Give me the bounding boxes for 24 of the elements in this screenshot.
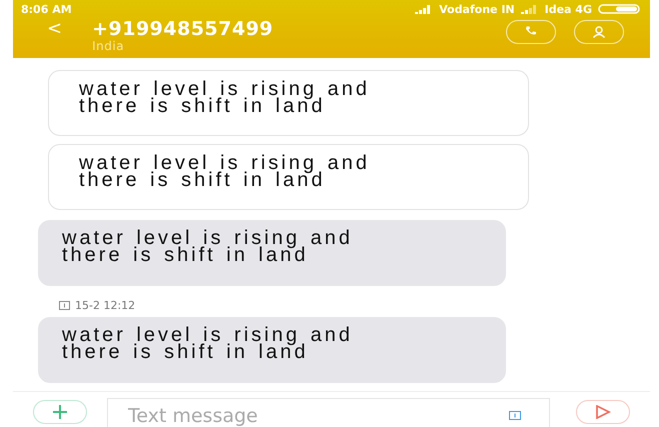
back-button[interactable]: < [21,18,92,39]
contact-button[interactable] [574,20,624,44]
person-icon [592,26,606,38]
add-button[interactable] [33,400,87,424]
call-button[interactable] [506,20,556,44]
carrier-name: Vodafone IN [439,2,515,16]
message-bubble: water level is rising and there is shift in land [48,144,529,210]
plus-icon [52,404,68,420]
battery-icon [598,4,642,14]
sim-icon [59,301,70,310]
contact-country: India [92,40,126,53]
send-button[interactable] [576,400,630,424]
sim-icon [509,411,521,420]
signal-icon [520,4,539,14]
message-bubble: water level is rising and there is shift in land [38,220,506,286]
message-text-input[interactable]: Text message [128,404,509,427]
contact-number: +919948557499 [92,18,274,40]
message-bubble: water level is rising and there is shift in land [38,317,506,383]
message-bubble: water level is rising and there is shift in land [48,70,529,136]
message-time: 15-2 12:12 [75,299,136,312]
message-input[interactable]: Text message [107,398,550,427]
send-icon [595,405,611,419]
carrier-name: Idea 4G [544,2,592,16]
status-time: 8:06 AM [21,2,72,16]
